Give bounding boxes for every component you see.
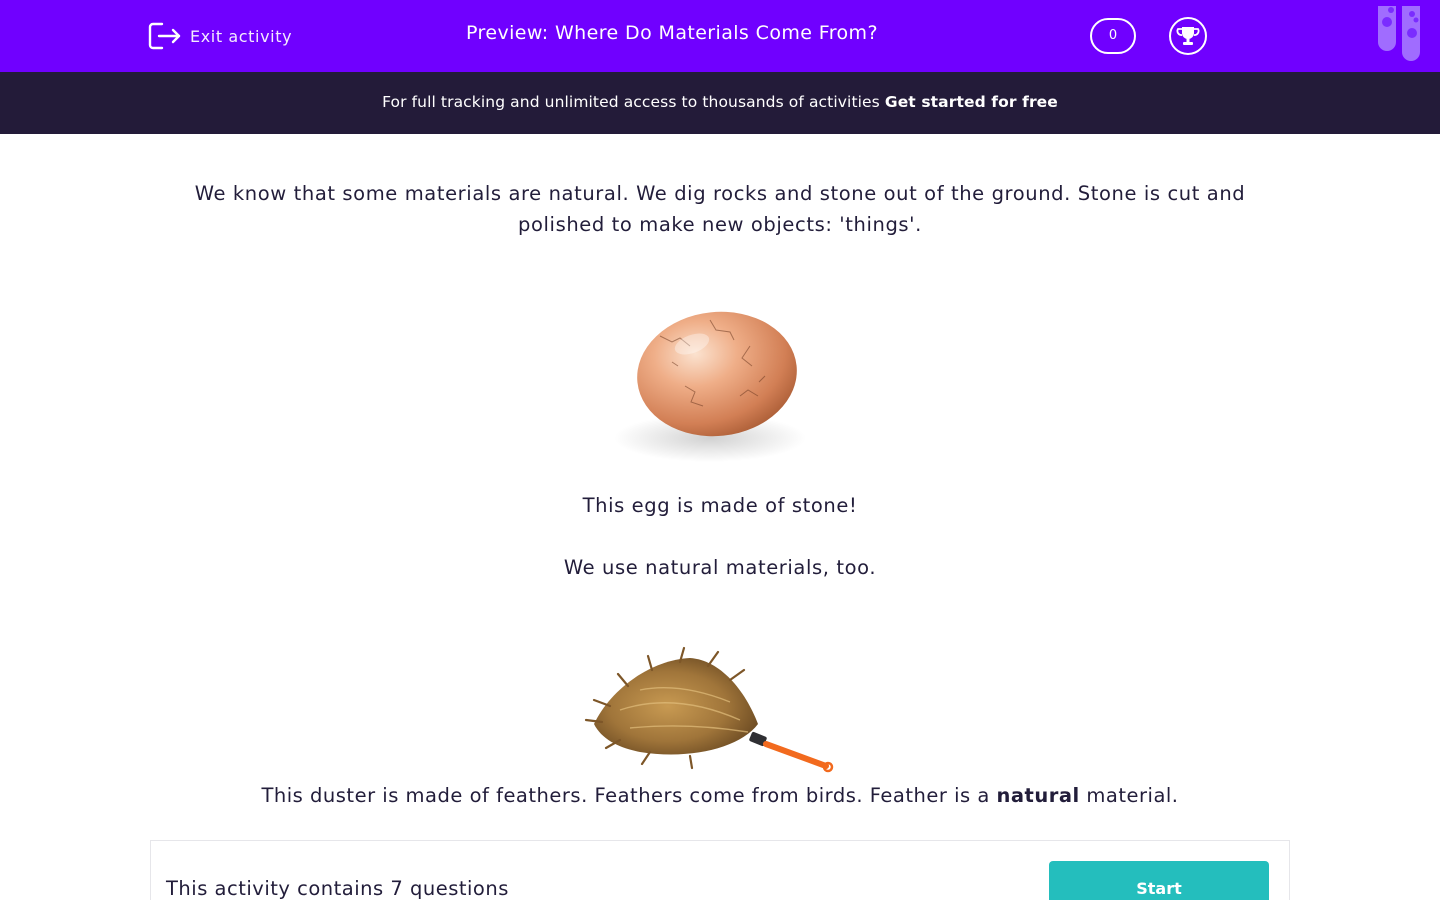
exit-activity-button[interactable]: Exit activity bbox=[148, 20, 292, 52]
signup-banner: For full tracking and unlimited access t… bbox=[0, 72, 1440, 134]
top-bar: Exit activity Preview: Where Do Material… bbox=[0, 0, 1440, 72]
activity-start-card: This activity contains 7 questions Start bbox=[150, 840, 1290, 900]
test-tubes-logo bbox=[1378, 6, 1420, 61]
egg-caption: This egg is made of stone! bbox=[582, 494, 858, 517]
duster-text-end: material. bbox=[1086, 784, 1179, 807]
trophy-icon bbox=[1176, 27, 1200, 45]
get-started-link[interactable]: Get started for free bbox=[885, 93, 1058, 111]
question-count-text: This activity contains 7 questions bbox=[166, 877, 509, 900]
score-counter: 0 bbox=[1090, 18, 1136, 54]
exit-activity-label: Exit activity bbox=[190, 26, 293, 46]
banner-text: For full tracking and unlimited access t… bbox=[382, 93, 880, 111]
duster-paragraph: This duster is made of feathers. Feather… bbox=[140, 784, 1300, 807]
intro-paragraph: We know that some materials are natural.… bbox=[194, 182, 1246, 236]
trophy-button[interactable] bbox=[1169, 17, 1207, 55]
exit-icon bbox=[148, 22, 181, 50]
page-title: Preview: Where Do Materials Come From? bbox=[466, 22, 878, 44]
feather-duster-image bbox=[584, 646, 834, 773]
start-button[interactable]: Start bbox=[1049, 861, 1269, 900]
natural-bold-word: natural bbox=[996, 784, 1080, 807]
natural-materials-text: We use natural materials, too. bbox=[563, 556, 877, 579]
stone-egg-image bbox=[614, 311, 806, 462]
duster-text-start: This duster is made of feathers. Feather… bbox=[261, 784, 990, 807]
